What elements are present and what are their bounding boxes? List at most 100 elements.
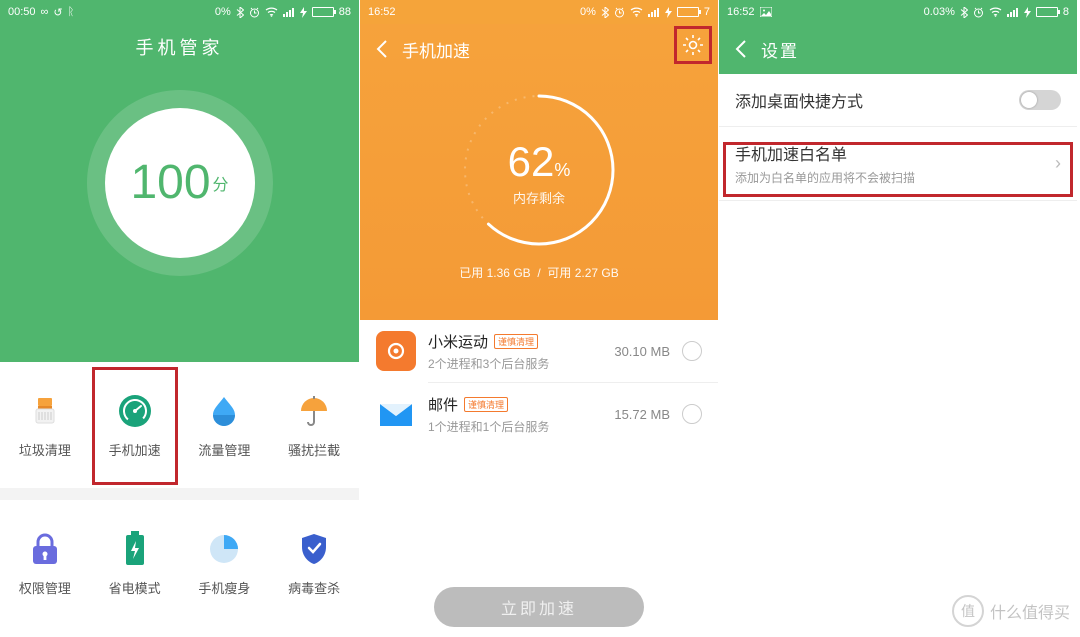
caution-tag: 谨慎清理 [464,397,508,412]
bluetooth-icon [601,7,609,18]
gauge-label: 内存剩余 [449,188,629,207]
speedometer-icon [116,392,154,430]
caution-tag: 谨慎清理 [494,334,538,349]
status-bar: 00:50 ∞ ↺ ᚱ 0% [0,0,359,24]
umbrella-icon [295,392,333,430]
alarm-icon [249,7,260,18]
battery-icon [1036,7,1058,17]
screen-security-home: 00:50 ∞ ↺ ᚱ 0% [0,0,359,637]
tool-label: 权限管理 [19,578,71,597]
status-pct: 0% [580,6,596,18]
back-button[interactable] [370,37,394,61]
tool-label: 省电模式 [109,578,161,597]
app-row-mi-fit[interactable]: 小米运动谨慎清理 2个进程和3个后台服务 30.10 MB [360,320,718,382]
tool-label: 流量管理 [198,440,250,459]
wifi-icon [630,7,643,17]
status-pct: 0.03% [924,6,955,18]
status-pct: 0% [215,6,231,18]
pie-chart-icon [205,530,243,568]
watermark: 值 什么值得买 [952,595,1070,627]
gear-icon [682,34,704,56]
app-name: 邮件 [428,394,458,415]
score-suffix: 分 [213,171,229,195]
tool-antivirus[interactable]: 病毒查杀 [269,500,359,626]
app-subtitle: 1个进程和1个后台服务 [428,418,602,435]
header: 手机加速 [360,24,718,74]
alarm-icon [614,7,625,18]
divider [0,488,359,500]
image-icon [760,7,772,17]
wifi-icon [265,7,278,17]
watermark-text: 什么值得买 [990,599,1070,623]
brush-icon [26,392,64,430]
sync-icon: ↺ [53,6,62,19]
chevron-right-icon: › [1055,153,1061,174]
app-subtitle: 2个进程和3个后台服务 [428,355,602,372]
tool-label: 垃圾清理 [19,440,71,459]
app-name: 小米运动 [428,331,488,352]
app-size: 30.10 MB [614,344,670,359]
bolt-icon [665,7,672,18]
bluetooth-icon [236,7,244,18]
mail-icon [376,394,416,434]
setting-whitelist[interactable]: 手机加速白名单 添加为白名单的应用将不会被扫描 › [719,127,1077,201]
back-button[interactable] [729,37,753,61]
screen-phone-boost: 16:52 0% 7 手机加速 [359,0,718,637]
watermark-icon: 值 [952,595,984,627]
battery-pct: 7 [704,6,710,18]
header: 设置 [719,24,1077,74]
boost-now-button[interactable]: 立即加速 [434,587,644,627]
gauge-value: 62% [449,138,629,186]
runner-icon: ᚱ [68,6,75,18]
tool-label: 病毒查杀 [288,578,340,597]
tool-spam-block[interactable]: 骚扰拦截 [269,362,359,488]
lock-icon [26,530,64,568]
shield-check-icon [295,530,333,568]
wifi-icon [989,7,1002,17]
tool-phone-boost[interactable]: 手机加速 [90,362,180,488]
battery-icon [677,7,699,17]
app-size: 15.72 MB [614,407,670,422]
page-title: 手机管家 [0,24,359,74]
tool-trash-clean[interactable]: 垃圾清理 [0,362,90,488]
signal-icon [283,7,295,17]
infinity-icon: ∞ [41,6,49,18]
signal-icon [648,7,660,17]
signal-icon [1007,7,1019,17]
app-row-mail[interactable]: 邮件谨慎清理 1个进程和1个后台服务 15.72 MB [360,383,718,445]
page-title: 设置 [761,37,799,62]
alarm-icon [973,7,984,18]
app-checkbox[interactable] [682,404,702,424]
page-title: 手机加速 [402,37,470,62]
status-time: 00:50 [8,6,36,18]
toggle-switch[interactable] [1019,90,1061,110]
bolt-icon [300,7,307,18]
app-checkbox[interactable] [682,341,702,361]
score-value: 100 [130,108,210,258]
tool-label: 手机瘦身 [198,578,250,597]
battery-pct: 88 [339,6,351,18]
setting-label: 手机加速白名单 [735,141,1055,165]
setting-add-shortcut[interactable]: 添加桌面快捷方式 [719,74,1077,127]
status-bar: 16:52 0% 7 [360,0,718,24]
tools-grid: 垃圾清理 手机加速 流量管理 骚扰拦截 权限管理 [0,362,359,626]
status-bar: 16:52 0.03% 8 [719,0,1077,24]
setting-subtitle: 添加为白名单的应用将不会被扫描 [735,169,1055,186]
settings-button[interactable] [674,26,712,64]
tool-label: 手机加速 [109,440,161,459]
setting-label: 添加桌面快捷方式 [735,88,1019,112]
screen-settings: 16:52 0.03% 8 设置 添加桌面快捷方式 [718,0,1077,637]
tool-phone-slim[interactable]: 手机瘦身 [180,500,270,626]
score-gauge[interactable]: 100 分 [87,90,273,276]
bluetooth-icon [960,7,968,18]
battery-bolt-icon [116,530,154,568]
tool-label: 骚扰拦截 [288,440,340,459]
battery-icon [312,7,334,17]
status-time: 16:52 [368,6,396,18]
tool-data-manage[interactable]: 流量管理 [180,362,270,488]
tool-permissions[interactable]: 权限管理 [0,500,90,626]
battery-pct: 8 [1063,6,1069,18]
tool-battery-saver[interactable]: 省电模式 [90,500,180,626]
bolt-icon [1024,7,1031,18]
memory-gauge: 62% 内存剩余 [449,80,629,260]
